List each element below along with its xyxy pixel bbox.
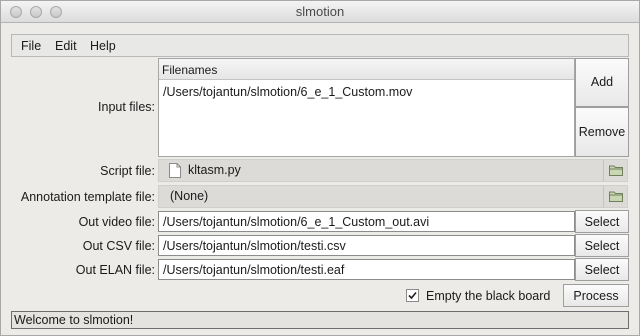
- menu-edit[interactable]: Edit: [55, 39, 77, 53]
- out-elan-select-label: Select: [584, 263, 620, 277]
- script-file-browse-button[interactable]: [603, 160, 627, 181]
- file-list-item[interactable]: /Users/tojantun/slmotion/6_e_1_Custom.mo…: [159, 80, 574, 99]
- out-csv-select-button[interactable]: Select: [575, 234, 629, 257]
- out-csv-label: Out CSV file:: [82, 239, 155, 253]
- folder-icon: [609, 191, 623, 202]
- window-title: slmotion: [295, 4, 345, 19]
- remove-file-button[interactable]: Remove: [575, 107, 629, 157]
- annotation-template-value: (None): [170, 189, 209, 203]
- annotation-template-row: (None): [158, 185, 628, 208]
- annotation-template-label: Annotation template file:: [20, 190, 155, 204]
- script-file-label: Script file:: [100, 164, 155, 178]
- out-csv-select-label: Select: [584, 239, 620, 253]
- menu-help[interactable]: Help: [90, 39, 116, 53]
- process-button[interactable]: Process: [563, 284, 629, 307]
- process-button-label: Process: [573, 289, 619, 303]
- folder-icon: [609, 165, 623, 176]
- input-files-list[interactable]: Filenames /Users/tojantun/slmotion/6_e_1…: [158, 58, 575, 157]
- out-elan-label: Out ELAN file:: [75, 263, 155, 277]
- script-file-value: kltasm.py: [188, 163, 241, 177]
- checkmark-icon: [408, 291, 417, 300]
- empty-black-board-label[interactable]: Empty the black board: [426, 289, 550, 303]
- out-video-field[interactable]: /Users/tojantun/slmotion/6_e_1_Custom_ou…: [158, 211, 575, 232]
- add-file-button[interactable]: Add: [575, 58, 629, 107]
- out-elan-select-button[interactable]: Select: [575, 258, 629, 281]
- menu-file[interactable]: File: [21, 39, 41, 53]
- document-icon: [169, 163, 181, 178]
- out-csv-field[interactable]: /Users/tojantun/slmotion/testi.csv: [158, 235, 575, 256]
- title-bar: slmotion: [1, 1, 639, 23]
- out-video-label: Out video file:: [78, 215, 155, 229]
- out-video-select-label: Select: [584, 215, 620, 229]
- filenames-column-header[interactable]: Filenames: [159, 59, 574, 80]
- status-message: Welcome to slmotion!: [14, 313, 134, 327]
- remove-file-button-label: Remove: [578, 125, 626, 139]
- annotation-template-browse-button[interactable]: [603, 186, 627, 207]
- status-bar: Welcome to slmotion!: [11, 311, 629, 329]
- script-file-row: kltasm.py: [158, 159, 628, 182]
- out-video-select-button[interactable]: Select: [575, 210, 629, 233]
- app-window: slmotion File Edit Help Input files: Fil…: [0, 0, 640, 336]
- input-files-label: Input files:: [98, 100, 155, 114]
- menu-bar: File Edit Help: [11, 34, 629, 57]
- add-file-button-label: Add: [590, 75, 614, 89]
- out-elan-field[interactable]: /Users/tojantun/slmotion/testi.eaf: [158, 259, 575, 280]
- empty-black-board-checkbox[interactable]: [406, 289, 419, 302]
